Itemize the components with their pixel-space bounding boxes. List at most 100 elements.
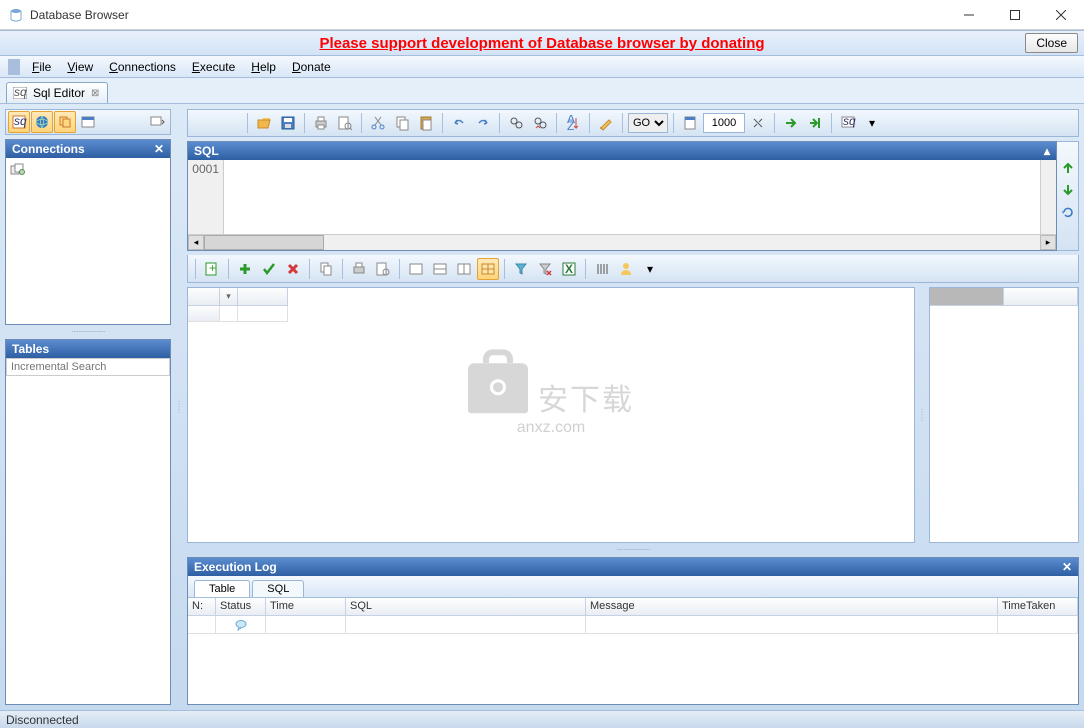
limit-toggle-icon[interactable] — [747, 112, 769, 134]
log-col-status[interactable]: Status — [216, 598, 266, 615]
splitter-results[interactable] — [919, 287, 925, 543]
toolbar-dropdown-icon[interactable]: ▾ — [861, 112, 883, 134]
view4-icon[interactable] — [477, 258, 499, 280]
filter-icon[interactable] — [510, 258, 532, 280]
menu-connections[interactable]: Connections — [103, 58, 182, 76]
results-grid[interactable]: 安下载 anxz.com — [187, 287, 915, 543]
paste-icon[interactable] — [415, 112, 437, 134]
sql-side-toolbar — [1057, 141, 1079, 251]
banner-close-button[interactable]: Close — [1025, 33, 1078, 53]
menu-donate[interactable]: Donate — [286, 58, 337, 76]
view3-icon[interactable] — [453, 258, 475, 280]
log-col-sql[interactable]: SQL — [346, 598, 586, 615]
menu-help[interactable]: Help — [245, 58, 282, 76]
globe-icon[interactable] — [31, 111, 53, 133]
collapse-icon[interactable]: ▴ — [1044, 144, 1050, 158]
window-icon[interactable] — [77, 111, 99, 133]
preview-results-icon[interactable] — [372, 258, 394, 280]
svg-text:sql: sql — [14, 87, 27, 99]
donation-banner: Please support development of Database b… — [0, 30, 1084, 56]
print-icon[interactable] — [310, 112, 332, 134]
filter-clear-icon[interactable] — [534, 258, 556, 280]
status-text: Disconnected — [6, 713, 79, 727]
minimize-button[interactable] — [946, 0, 992, 30]
sql-page-icon[interactable]: sql — [8, 111, 30, 133]
incremental-search-input[interactable] — [6, 358, 170, 376]
splitter-log[interactable] — [187, 547, 1079, 553]
menu-view[interactable]: View — [61, 58, 99, 76]
menu-file[interactable]: File — [26, 58, 57, 76]
connections-close-icon[interactable]: ✕ — [154, 142, 164, 156]
connections-panel: Connections ✕ — [5, 139, 171, 325]
splitter-horizontal[interactable] — [5, 329, 171, 335]
format-icon[interactable] — [595, 112, 617, 134]
svg-text:sql: sql — [843, 115, 856, 128]
print-results-icon[interactable] — [348, 258, 370, 280]
grid-corner[interactable] — [188, 288, 220, 306]
find-icon[interactable] — [505, 112, 527, 134]
scroll-right-icon[interactable]: ▸ — [1040, 235, 1056, 250]
view1-icon[interactable] — [405, 258, 427, 280]
log-tab-table[interactable]: Table — [194, 580, 250, 597]
log-col-timetaken[interactable]: TimeTaken — [998, 598, 1078, 615]
grid-row-selector[interactable] — [220, 288, 238, 306]
export-excel-icon[interactable]: X — [558, 258, 580, 280]
duplicate-icon[interactable] — [315, 258, 337, 280]
exec-log-close-icon[interactable]: ✕ — [1062, 560, 1072, 574]
undo-icon[interactable] — [448, 112, 470, 134]
copy-clipboard-icon[interactable] — [391, 112, 413, 134]
hscrollbar[interactable]: ◂ ▸ — [188, 234, 1056, 250]
script-icon[interactable]: sql — [837, 112, 859, 134]
execute-icon[interactable] — [780, 112, 802, 134]
log-row[interactable] — [188, 616, 1078, 634]
watermark: 安下载 anxz.com — [468, 363, 634, 437]
open-icon[interactable] — [253, 112, 275, 134]
history-up-icon[interactable] — [1060, 160, 1076, 176]
columns-icon[interactable] — [591, 258, 613, 280]
user-icon[interactable] — [615, 258, 637, 280]
vscrollbar[interactable] — [1040, 160, 1056, 234]
limit-input[interactable] — [703, 113, 745, 133]
redo-icon[interactable] — [472, 112, 494, 134]
side-grid[interactable] — [929, 287, 1079, 543]
view2-icon[interactable] — [429, 258, 451, 280]
grid-col-header[interactable] — [238, 288, 288, 306]
connections-tree[interactable] — [6, 158, 170, 324]
tab-sql-editor[interactable]: sql Sql Editor ⊠ — [6, 82, 108, 103]
sql-editor[interactable] — [224, 160, 1040, 234]
log-col-message[interactable]: Message — [586, 598, 998, 615]
execute-step-icon[interactable] — [804, 112, 826, 134]
results-toolbar: + X ▾ — [187, 255, 1079, 283]
print-preview-icon[interactable] — [334, 112, 356, 134]
database-icon — [10, 162, 166, 176]
page-icon[interactable] — [679, 112, 701, 134]
cut-icon[interactable] — [367, 112, 389, 134]
tab-close-icon[interactable]: ⊠ — [91, 88, 99, 99]
add-icon[interactable] — [234, 258, 256, 280]
results-dropdown-icon[interactable]: ▾ — [639, 258, 661, 280]
replace-icon[interactable] — [529, 112, 551, 134]
menu-execute[interactable]: Execute — [186, 58, 241, 76]
splitter-vertical[interactable] — [176, 109, 182, 705]
save-icon[interactable] — [277, 112, 299, 134]
tables-header: Tables — [6, 340, 170, 358]
history-down-icon[interactable] — [1060, 182, 1076, 198]
line-gutter: 0001 — [188, 160, 224, 234]
log-col-n[interactable]: N: — [188, 598, 216, 615]
sql-editor-tab-icon: sql — [13, 87, 27, 99]
close-window-button[interactable] — [1038, 0, 1084, 30]
refresh-icon[interactable] — [1060, 204, 1076, 220]
scroll-left-icon[interactable]: ◂ — [188, 235, 204, 250]
new-record-icon[interactable]: + — [201, 258, 223, 280]
tables-list[interactable] — [6, 376, 170, 704]
copy-icon[interactable] — [54, 111, 76, 133]
log-col-time[interactable]: Time — [266, 598, 346, 615]
sort-icon[interactable]: AZ — [562, 112, 584, 134]
go-select[interactable]: GO — [628, 113, 668, 133]
delete-icon[interactable] — [282, 258, 304, 280]
commit-icon[interactable] — [258, 258, 280, 280]
log-tab-sql[interactable]: SQL — [252, 580, 304, 597]
dropdown-icon[interactable] — [146, 111, 168, 133]
donate-link[interactable]: Please support development of Database b… — [319, 35, 764, 52]
maximize-button[interactable] — [992, 0, 1038, 30]
